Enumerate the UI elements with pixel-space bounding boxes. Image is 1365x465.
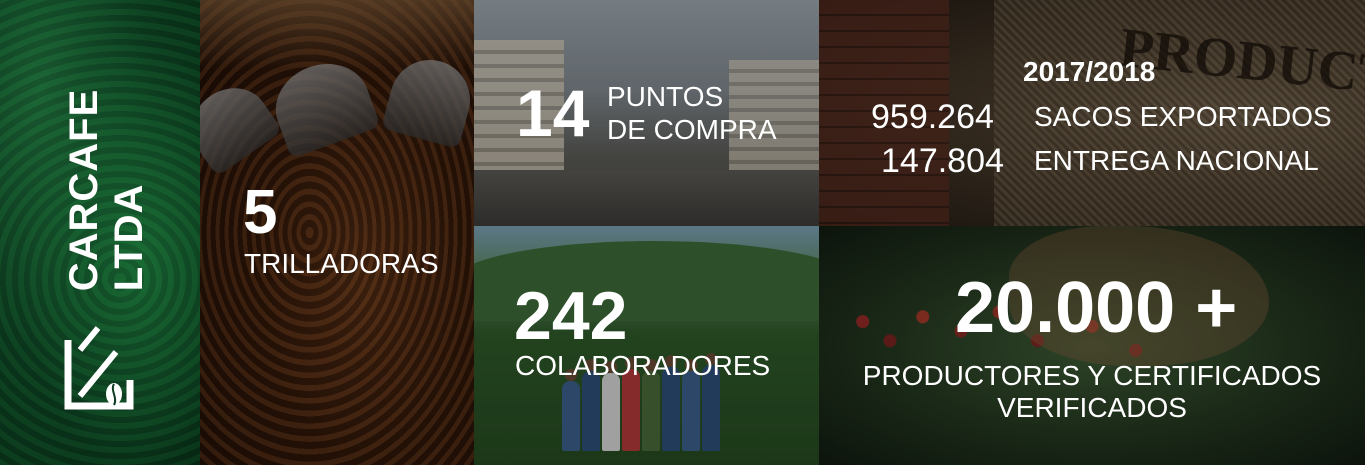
productores-label: PRODUCTORES Y CERTIFICADOS VERIFICADOS xyxy=(862,360,1322,423)
entrega-nacional-value: 147.804 xyxy=(881,142,1004,180)
sacos-exportados-value: 959.264 xyxy=(871,98,994,136)
brand-name: CARCAFE LTDA xyxy=(62,88,151,292)
export-year: 2017/2018 xyxy=(1023,56,1156,87)
carcafe-logo-icon xyxy=(64,326,134,410)
entrega-nacional-label: ENTREGA NACIONAL xyxy=(1034,145,1319,176)
puntos-label-line2: DE COMPRA xyxy=(607,114,777,145)
puntos-count: 14 xyxy=(516,76,590,150)
sacos-exportados-label: SACOS EXPORTADOS xyxy=(1034,101,1332,132)
brand-panel: CARCAFE LTDA xyxy=(0,0,200,465)
trilladoras-label: TRILLADORAS xyxy=(244,248,439,279)
colaboradores-label: COLABORADORES xyxy=(515,350,771,381)
puntos-label-line1: PUNTOS xyxy=(607,81,724,112)
trilladoras-panel xyxy=(200,0,474,465)
productores-count: 20.000 + xyxy=(955,268,1238,348)
colaboradores-count: 242 xyxy=(514,278,628,354)
overlay xyxy=(200,0,474,465)
trilladoras-count: 5 xyxy=(243,178,278,247)
